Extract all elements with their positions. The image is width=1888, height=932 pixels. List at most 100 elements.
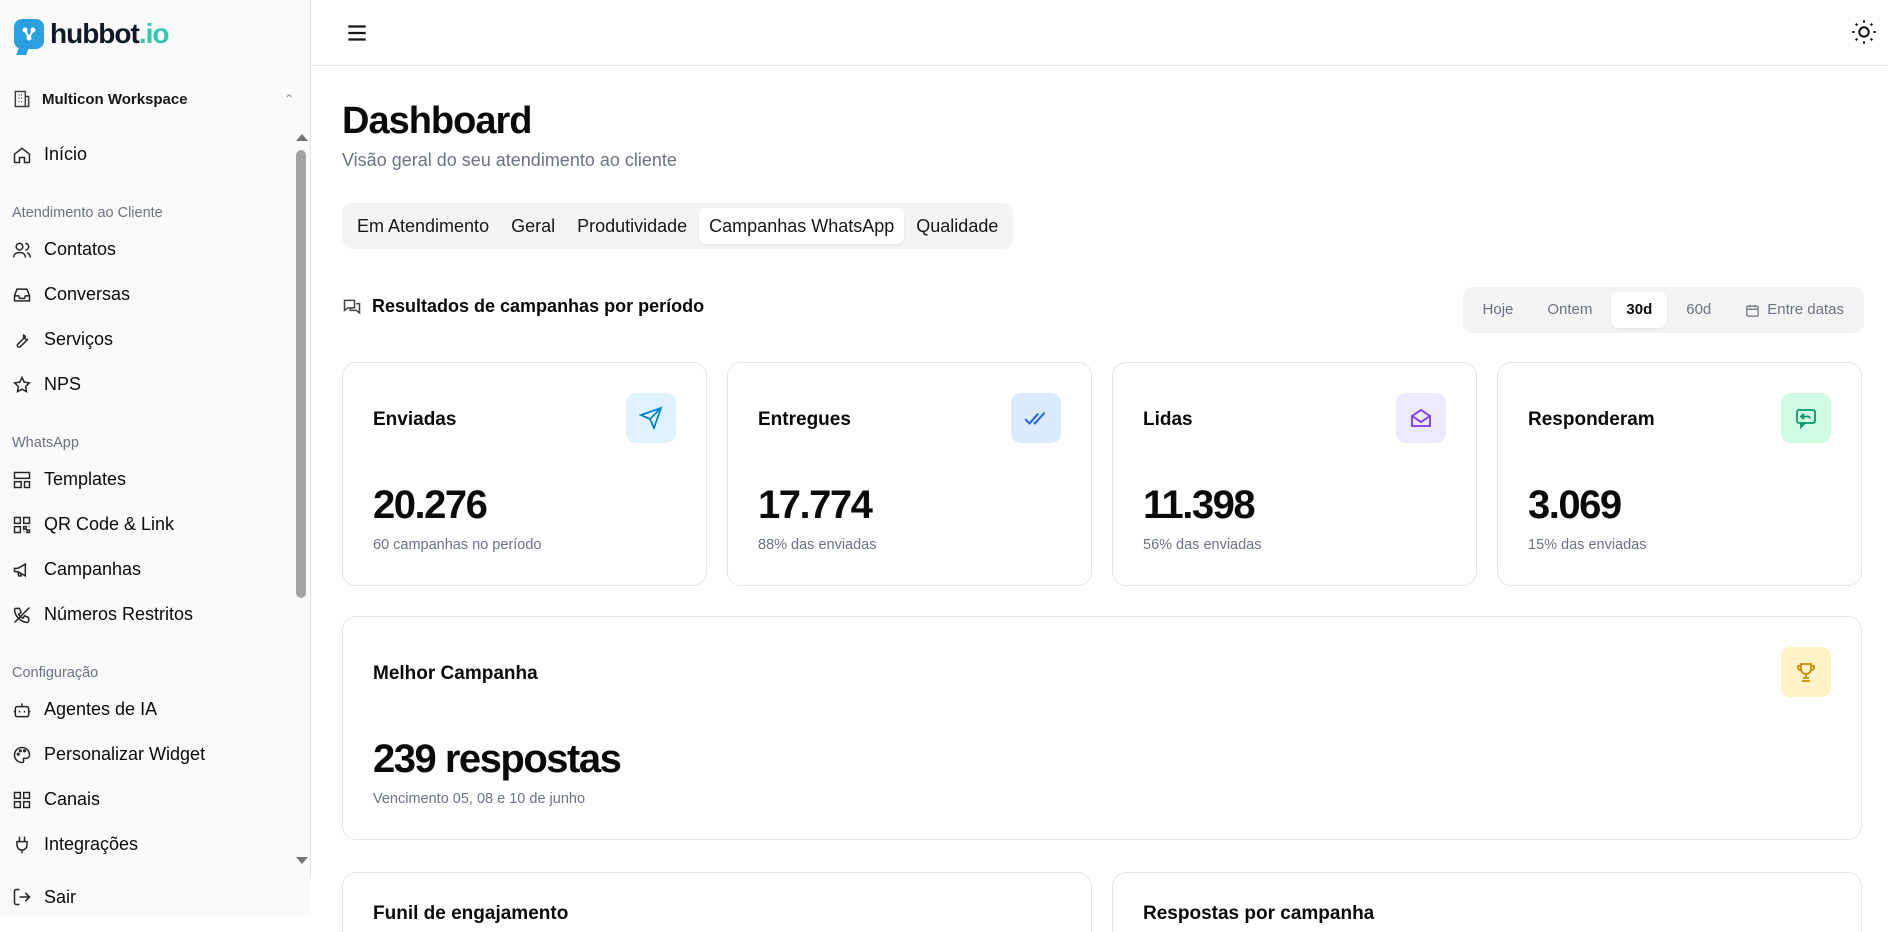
responses-per-campaign-card: Respostas por campanha [1112,872,1862,932]
calendar-icon [1746,304,1760,317]
home-icon [13,146,31,163]
sidebar-section-title: Configuração [12,665,99,681]
best-campaign-card: Melhor Campanha 239 respostas Vencimento… [342,616,1862,840]
star-icon [13,375,31,393]
sidebar-nav: Início Atendimento ao Cliente Contatos C… [0,132,292,868]
stat-label: Responderam [1528,409,1655,430]
sidebar-scrollbar[interactable] [295,132,308,868]
scroll-down-icon[interactable] [296,857,308,864]
sidebar-section-title: Atendimento ao Cliente [12,205,163,221]
palette-icon [13,746,31,763]
workspace-switcher[interactable]: Multicon Workspace ⌃ [12,84,294,114]
brand-logo[interactable]: hubbot.io [14,18,170,50]
sidebar-item-label: Conversas [44,284,131,304]
dashboard-tabs: Em Atendimento Geral Produtividade Campa… [342,203,1014,249]
stat-label: Entregues [758,409,851,430]
sidebar-item-label: Agentes de IA [44,699,158,719]
menu-toggle-button[interactable] [344,20,370,46]
engagement-funnel-title: Funil de engajamento [373,903,569,924]
engagement-funnel-card: Funil de engajamento [342,872,1092,932]
tab-produtividade[interactable]: Produtividade [567,208,697,244]
bot-icon [13,702,31,717]
sidebar-item-numeros-restritos[interactable]: Números Restritos [0,592,292,637]
layout-template-icon [13,471,31,488]
sidebar-item-label: Campanhas [44,559,142,579]
plug-icon [16,836,28,853]
sidebar-item-label: Números Restritos [44,604,194,624]
sidebar-item-label: Início [44,144,88,164]
messages-icon [343,299,361,314]
range-option-60d[interactable]: 60d [1671,292,1726,328]
theme-toggle-button[interactable] [1850,18,1880,48]
sidebar-item-label: Personalizar Widget [44,744,206,764]
sun-icon [1852,20,1876,44]
section-header: Resultados de campanhas por período [342,296,704,317]
tab-em-atendimento[interactable]: Em Atendimento [347,208,499,244]
sidebar-item-label: Serviços [44,329,114,349]
sidebar-item-label: Canais [44,789,101,809]
users-icon [12,242,32,258]
stat-note: 60 campanhas no período [373,537,542,553]
range-custom-label: Entre datas [1767,301,1844,318]
sidebar-item-inicio[interactable]: Início [0,132,292,177]
logout-button[interactable]: Sair [0,878,311,916]
sidebar-item-integracoes[interactable]: Integrações [0,822,292,867]
section-title: Resultados de campanhas por período [372,296,705,316]
mail-open-icon [1396,393,1446,443]
stat-note: 88% das enviadas [758,537,877,553]
range-option-ontem[interactable]: Ontem [1532,292,1607,328]
page-title: Dashboard [342,100,532,142]
stat-label: Lidas [1143,409,1193,430]
sidebar-item-label: Integrações [44,834,139,854]
main-content: Dashboard Visão geral do seu atendimento… [342,66,1864,932]
sidebar-item-label: Contatos [44,239,117,259]
range-option-entre-datas[interactable]: Entre datas [1730,292,1859,328]
best-campaign-label: Melhor Campanha [373,663,538,684]
sidebar-item-campanhas[interactable]: Campanhas [0,547,292,592]
topbar [312,0,1888,66]
sidebar-item-personalizar-widget[interactable]: Personalizar Widget [0,732,292,777]
wrench-icon [16,333,29,348]
stat-note: 56% das enviadas [1143,537,1262,553]
log-out-icon [13,888,31,906]
stat-label: Enviadas [373,409,457,430]
send-icon [626,393,676,443]
sidebar-item-label: QR Code & Link [44,514,175,534]
logout-label: Sair [44,886,77,907]
double-check-icon [1011,393,1061,443]
tab-campanhas-whatsapp[interactable]: Campanhas WhatsApp [699,208,905,244]
hubbot-logo-icon [14,19,44,49]
tab-geral[interactable]: Geral [501,208,565,244]
sidebar-section-title: WhatsApp [12,435,79,451]
message-reply-icon [1781,393,1831,443]
sidebar-item-agentes-ia[interactable]: Agentes de IA [0,687,292,732]
sidebar-item-qr-code[interactable]: QR Code & Link [0,502,292,547]
range-option-hoje[interactable]: Hoje [1468,292,1529,328]
sidebar-item-label: Templates [44,469,127,489]
sidebar-item-nps[interactable]: NPS [0,362,292,407]
range-option-30d[interactable]: 30d [1611,292,1668,328]
stat-card-responderam: Responderam 3.069 15% das enviadas [1497,362,1862,586]
best-campaign-note: Vencimento 05, 08 e 10 de junho [373,791,586,807]
sidebar: hubbot.io Multicon Workspace ⌃ Início At… [0,0,311,916]
scrollbar-thumb[interactable] [296,150,306,598]
sidebar-item-servicos[interactable]: Serviços [0,317,292,362]
stat-card-entregues: Entregues 17.774 88% das enviadas [727,362,1092,586]
sidebar-item-conversas[interactable]: Conversas [0,272,292,317]
phone-off-icon [13,606,31,623]
sidebar-item-canais[interactable]: Canais [0,777,292,822]
qr-code-icon [13,516,31,533]
stat-value: 11.398 [1143,483,1256,527]
sidebar-item-templates[interactable]: Templates [0,457,292,502]
workspace-name: Multicon Workspace [42,90,188,108]
inbox-icon [13,287,31,302]
responses-per-campaign-title: Respostas por campanha [1143,903,1375,924]
sidebar-item-label: NPS [44,374,82,394]
chevron-up-down-icon: ⌃ [283,92,294,106]
scroll-up-icon[interactable] [296,134,308,141]
period-selector: Hoje Ontem 30d 60d Entre datas [1462,287,1864,333]
tab-qualidade[interactable]: Qualidade [906,208,1008,244]
sidebar-item-contatos[interactable]: Contatos [0,227,292,272]
page-subtitle: Visão geral do seu atendimento ao client… [342,150,677,170]
stat-value: 17.774 [758,483,873,527]
